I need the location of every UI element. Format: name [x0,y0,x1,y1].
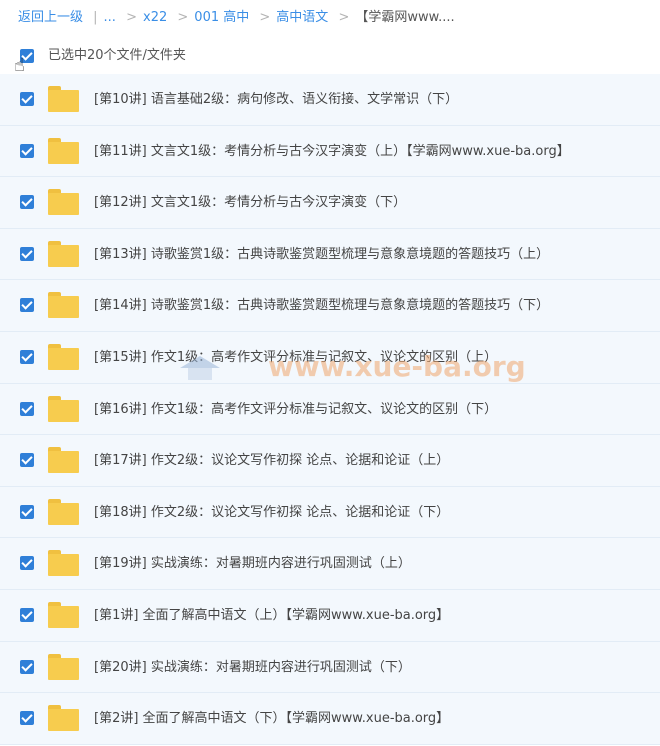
breadcrumb-item-x22[interactable]: x22 [143,10,167,25]
breadcrumb-ellipsis[interactable]: ... [104,10,116,25]
breadcrumb-separator: | [93,10,98,25]
list-item[interactable]: [第15讲] 作文1级：高考作文评分标准与记叙文、议论文的区别（上） [0,331,660,384]
list-item[interactable]: [第16讲] 作文1级：高考作文评分标准与记叙文、议论文的区别（下） [0,383,660,436]
list-item[interactable]: [第1讲] 全面了解高中语文（上）【学霸网www.xue-ba.org】 [0,589,660,642]
checkbox[interactable] [20,401,34,416]
file-name[interactable]: [第18讲] 作文2级：议论文写作初探 论点、论据和论证（下） [94,487,449,538]
list-item[interactable]: [第20讲] 实战演练：对暑期班内容进行巩固测试（下） [0,641,660,694]
breadcrumb: 返回上一级 |... > x22 >001 高中 > 高中语文 > 【学霸网www..… [18,8,455,28]
file-name[interactable]: [第10讲] 语言基础2级：病句修改、语义衔接、文学常识（下） [94,74,458,125]
chevron-right-icon: > [338,10,350,25]
checkbox[interactable] [20,453,34,468]
breadcrumb-item-chinese[interactable]: 高中语文 [276,10,328,25]
list-item[interactable]: [第14讲] 诗歌鉴赏1级：古典诗歌鉴赏题型梳理与意象意境题的答题技巧（下） [0,280,660,332]
file-name[interactable]: [第13讲] 诗歌鉴赏1级：古典诗歌鉴赏题型梳理与意象意境题的答题技巧（上） [94,229,549,280]
file-name[interactable]: [第17讲] 作文2级：议论文写作初探 论点、论据和论证（上） [94,435,449,486]
checkbox[interactable] [20,246,34,261]
file-name[interactable]: [第2讲] 全面了解高中语文（下）【学霸网www.xue-ba.org】 [94,693,449,744]
folder-icon [48,447,79,474]
checkbox[interactable] [20,92,34,106]
file-name[interactable]: [第12讲] 文言文1级：考情分析与古今汉字演变（下） [94,177,406,228]
folder-icon [48,395,79,422]
checkbox[interactable] [20,298,34,313]
selection-count: 已选中20个文件/文件夹 [48,48,186,63]
folder-icon [48,292,79,319]
file-name[interactable]: [第14讲] 诗歌鉴赏1级：古典诗歌鉴赏题型梳理与意象意境题的答题技巧（下） [94,280,549,331]
checkbox[interactable] [20,195,34,210]
folder-icon [48,240,79,267]
folder-icon [48,550,79,577]
folder-icon [48,137,79,164]
list-item[interactable]: [第18讲] 作文2级：议论文写作初探 论点、论据和论证（下） [0,486,660,539]
file-list: [第10讲] 语言基础2级：病句修改、语义衔接、文学常识（下） [第11讲] 文… [0,74,660,745]
file-name[interactable]: [第19讲] 实战演练：对暑期班内容进行巩固测试（上） [94,538,411,589]
checkbox[interactable] [20,607,34,622]
folder-icon [48,498,79,525]
list-item[interactable]: [第10讲] 语言基础2级：病句修改、语义衔接、文学常识（下） [0,74,660,126]
checkbox[interactable] [20,143,34,158]
file-name[interactable]: [第1讲] 全面了解高中语文（上）【学霸网www.xue-ba.org】 [94,590,449,641]
chevron-right-icon: > [177,10,189,25]
file-name[interactable]: [第11讲] 文言文1级：考情分析与古今汉字演变（上）【学霸网www.xue-b… [94,126,570,177]
folder-icon [48,705,79,732]
breadcrumb-current: 【学霸网www.... [355,10,455,25]
list-item[interactable]: [第11讲] 文言文1级：考情分析与古今汉字演变（上）【学霸网www.xue-b… [0,125,660,178]
checkbox[interactable] [20,659,34,674]
folder-icon [48,653,79,680]
list-item[interactable]: [第17讲] 作文2级：议论文写作初探 论点、论据和论证（上） [0,435,660,487]
list-item[interactable]: [第12讲] 文言文1级：考情分析与古今汉字演变（下） [0,177,660,229]
chevron-right-icon: > [259,10,271,25]
breadcrumb-item-001[interactable]: 001 高中 [194,10,249,25]
checkbox[interactable] [20,349,34,364]
list-item[interactable]: [第19讲] 实战演练：对暑期班内容进行巩固测试（上） [0,538,660,590]
file-name[interactable]: [第16讲] 作文1级：高考作文评分标准与记叙文、议论文的区别（下） [94,384,497,435]
chevron-right-icon: > [126,10,137,25]
folder-icon [48,189,79,216]
checkbox[interactable] [20,504,34,519]
checkbox[interactable] [20,556,34,571]
folder-icon [48,86,79,112]
file-name[interactable]: [第20讲] 实战演练：对暑期班内容进行巩固测试（下） [94,642,411,693]
list-item[interactable]: [第13讲] 诗歌鉴赏1级：古典诗歌鉴赏题型梳理与意象意境题的答题技巧（上） [0,228,660,281]
list-item[interactable]: [第2讲] 全面了解高中语文（下）【学霸网www.xue-ba.org】 [0,693,660,745]
folder-icon [48,343,79,370]
checkbox[interactable] [20,711,34,726]
file-name[interactable]: [第15讲] 作文1级：高考作文评分标准与记叙文、议论文的区别（上） [94,332,497,383]
folder-icon [48,601,79,628]
back-link[interactable]: 返回上一级 [18,10,83,25]
